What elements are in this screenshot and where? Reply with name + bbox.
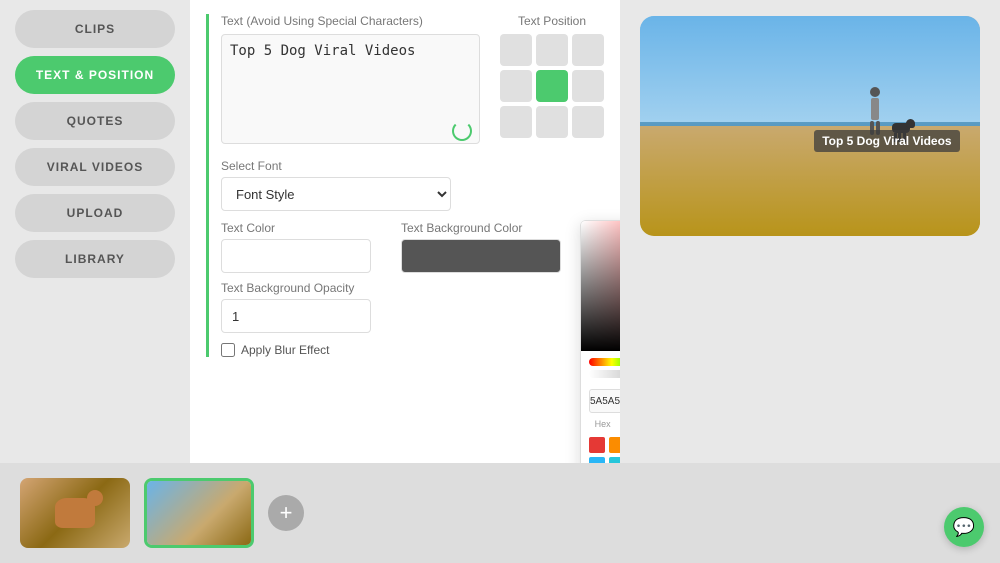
position-top-left[interactable]: [500, 34, 532, 66]
blur-checkbox[interactable]: [221, 343, 235, 357]
timeline: +: [0, 463, 1000, 563]
position-middle-center[interactable]: [536, 70, 568, 102]
hex-value[interactable]: 5A5A5A: [589, 389, 620, 413]
small-dog-icon: [55, 498, 95, 528]
add-clip-button[interactable]: +: [268, 495, 304, 531]
font-select[interactable]: Font Style: [221, 177, 451, 211]
sidebar-item-text-position[interactable]: TEXT & POSITION: [15, 56, 175, 94]
preview-text-overlay: Top 5 Dog Viral Videos: [814, 130, 959, 152]
position-bottom-left[interactable]: [500, 106, 532, 138]
blur-label: Apply Blur Effect: [241, 343, 330, 357]
dog-head: [906, 119, 915, 128]
position-middle-right[interactable]: [572, 70, 604, 102]
hex-label: Hex: [589, 419, 616, 429]
swatch-light-blue[interactable]: [589, 457, 605, 463]
video-preview: Top 5 Dog Viral Videos: [640, 16, 980, 236]
color-picker-popup: 5A5A5A 90 90 90 100 Hex R G B A: [580, 220, 620, 463]
sidebar-item-library[interactable]: LIBRARY: [15, 240, 175, 278]
opacity-slider[interactable]: [589, 370, 620, 378]
timeline-clip-2[interactable]: [144, 478, 254, 548]
sidebar-item-upload[interactable]: UPLOAD: [15, 194, 175, 232]
position-grid: [500, 34, 604, 138]
opacity-label: Text Background Opacity: [221, 281, 604, 295]
swatch-cyan[interactable]: [609, 457, 620, 463]
text-color-input[interactable]: [221, 239, 371, 273]
beach-sky: [640, 16, 980, 137]
chat-button[interactable]: 💬: [944, 507, 984, 547]
swatch-row-2: [589, 457, 620, 463]
bg-color-label: Text Background Color: [401, 221, 561, 235]
bg-color-input[interactable]: [401, 239, 561, 273]
select-font-label: Select Font: [221, 159, 604, 173]
swatch-orange[interactable]: [609, 437, 620, 453]
sidebar-item-quotes[interactable]: QUOTES: [15, 102, 175, 140]
content-panel: Text (Avoid Using Special Characters) Te…: [190, 0, 620, 463]
sidebar-item-clips[interactable]: CLIPS: [15, 10, 175, 48]
sidebar-item-viral-videos[interactable]: VIRAL VIDEOS: [15, 148, 175, 186]
clip-dog-thumb: [20, 478, 130, 548]
position-top-center[interactable]: [536, 34, 568, 66]
color-gradient[interactable]: [581, 221, 620, 351]
person-body: [871, 98, 879, 120]
position-middle-left[interactable]: [500, 70, 532, 102]
opacity-input[interactable]: [221, 299, 371, 333]
text-input-label: Text (Avoid Using Special Characters): [221, 14, 480, 28]
clip-beach-thumb: [147, 481, 251, 545]
text-input[interactable]: [221, 34, 480, 144]
text-color-label: Text Color: [221, 221, 371, 235]
timeline-clip-1[interactable]: [20, 478, 130, 548]
person-head: [870, 87, 880, 97]
preview-area: Top 5 Dog Viral Videos: [620, 0, 1000, 463]
preset-colors: [581, 431, 620, 463]
position-bottom-right[interactable]: [572, 106, 604, 138]
hue-slider[interactable]: [589, 358, 620, 366]
sidebar: CLIPS TEXT & POSITION QUOTES VIRAL VIDEO…: [0, 0, 190, 463]
position-top-right[interactable]: [572, 34, 604, 66]
swatch-red[interactable]: [589, 437, 605, 453]
swatch-row-1: [589, 437, 620, 453]
loading-spinner: [452, 121, 472, 141]
position-bottom-center[interactable]: [536, 106, 568, 138]
position-label: Text Position: [518, 14, 586, 28]
